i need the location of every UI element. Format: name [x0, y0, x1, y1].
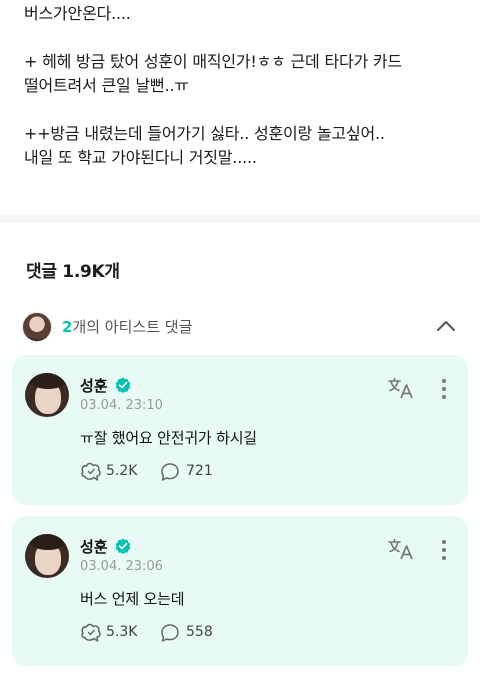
post-spacer — [24, 98, 464, 122]
comment-timestamp: 03.04. 23:06 — [80, 559, 163, 574]
like-count: 5.3K — [106, 624, 138, 640]
post-line: 버스가안온다.... — [24, 4, 131, 23]
post-body: 버스가안온다.... + 헤헤 방금 탔어 성훈이 매직인가!ㅎㅎ 근데 타다가… — [24, 2, 464, 170]
artist-comments-toggle[interactable]: 2개의 아티스트 댓글 — [22, 312, 462, 344]
post-line: ++방금 내렸는데 들어가기 싫타.. 성훈이랑 놀고싶어.. — [24, 124, 385, 143]
like-icon[interactable] — [80, 622, 102, 644]
post-spacer — [24, 26, 464, 50]
like-count: 5.2K — [106, 463, 138, 479]
reply-bubble-icon[interactable] — [160, 462, 180, 482]
artist-avatar-thumbnail — [22, 312, 52, 342]
section-divider — [0, 215, 480, 223]
reply-count: 721 — [186, 463, 213, 479]
translate-icon[interactable] — [388, 377, 414, 399]
artist-comments-label: 2개의 아티스트 댓글 — [62, 316, 192, 337]
reply-count: 558 — [186, 624, 213, 640]
comment-author[interactable]: 성훈 — [80, 536, 108, 557]
artist-comment-card: 성훈 03.04. 23:10 ㅠ잘 했어요 안전귀가 하시길 5.2K 721 — [12, 355, 468, 505]
comment-timestamp: 03.04. 23:10 — [80, 398, 163, 413]
more-vertical-icon[interactable] — [440, 377, 448, 401]
comment-text: 버스 언제 오는데 — [80, 590, 185, 608]
avatar[interactable] — [25, 373, 69, 417]
chevron-up-icon[interactable] — [434, 314, 458, 338]
comment-text: ㅠ잘 했어요 안전귀가 하시길 — [80, 429, 257, 447]
artist-comment-count: 2 — [62, 318, 73, 336]
artist-comments-text: 개의 아티스트 댓글 — [72, 318, 193, 336]
post-line: + 헤헤 방금 탔어 성훈이 매직인가!ㅎㅎ 근데 타다가 카드 — [24, 52, 402, 71]
avatar[interactable] — [25, 534, 69, 578]
verified-badge-icon — [115, 377, 131, 393]
post-line: 내일 또 학교 가야된다니 거짓말..... — [24, 148, 257, 167]
more-vertical-icon[interactable] — [440, 538, 448, 562]
post-line: 떨어트려서 큰일 날뻔..ㅠ — [24, 76, 189, 95]
comment-author[interactable]: 성훈 — [80, 375, 108, 396]
comments-count-header: 댓글 1.9K개 — [26, 262, 120, 282]
translate-icon[interactable] — [388, 538, 414, 560]
like-icon[interactable] — [80, 461, 102, 483]
verified-badge-icon — [115, 538, 131, 554]
reply-bubble-icon[interactable] — [160, 623, 180, 643]
artist-comment-card: 성훈 03.04. 23:06 버스 언제 오는데 5.3K 558 — [12, 516, 468, 666]
